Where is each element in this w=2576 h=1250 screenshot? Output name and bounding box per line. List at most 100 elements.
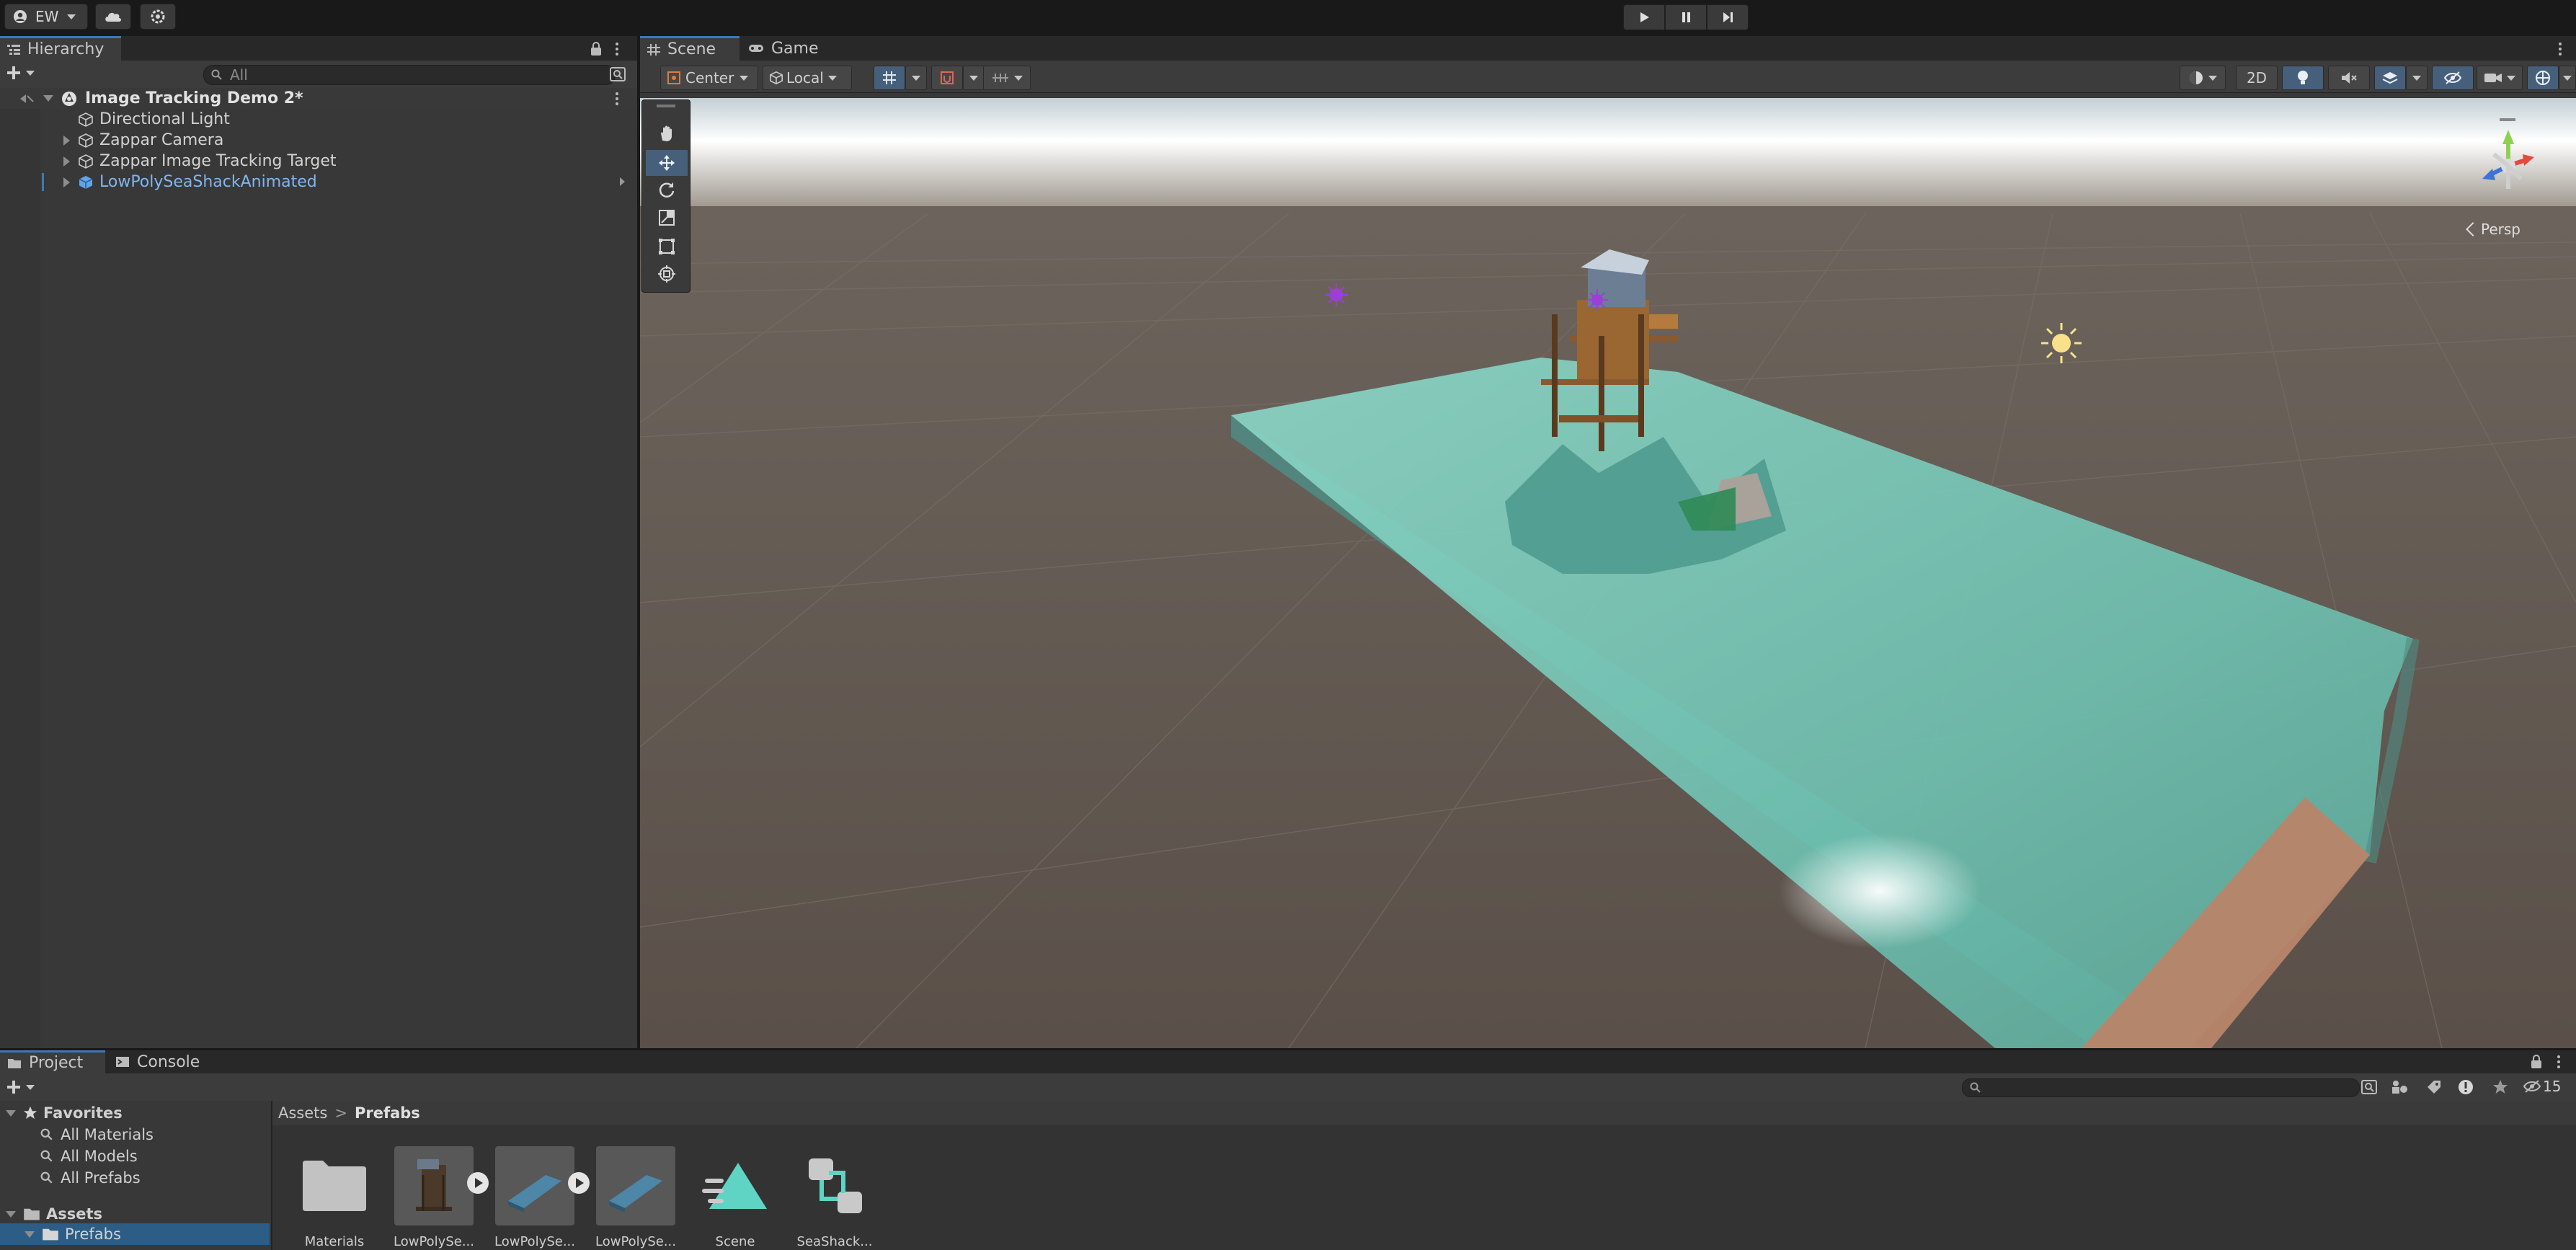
hierarchy-item-zappar-camera[interactable]: Zappar Camera [0, 130, 223, 151]
favorite-star-icon[interactable] [2492, 1079, 2508, 1095]
asset-lowpoly-seashack-3[interactable]: LowPolySe... [592, 1146, 679, 1249]
tab-scene[interactable]: Scene [640, 36, 740, 61]
scene-render [640, 98, 2576, 1048]
snap-button[interactable] [931, 66, 963, 90]
tab-label: Scene [667, 40, 716, 58]
hidden-objects-button[interactable] [2432, 66, 2474, 90]
shading-mode-dropdown[interactable] [2180, 66, 2226, 90]
scale-icon [659, 210, 675, 226]
pivot-rotation-dropdown[interactable]: Local [763, 66, 852, 90]
assets-folder[interactable]: Assets [0, 1203, 102, 1225]
play-preview-icon[interactable] [466, 1171, 490, 1195]
expand-arrow-icon[interactable] [63, 177, 70, 187]
toggle-2d-button[interactable]: 2D [2236, 66, 2278, 90]
tab-console[interactable]: Console [108, 1050, 213, 1073]
open-prefab-chevron-icon[interactable] [620, 177, 625, 186]
kebab-menu-icon[interactable] [614, 92, 620, 106]
hierarchy-item-lowpoly-seashack[interactable]: LowPolySeaShackAnimated [0, 172, 637, 192]
kebab-menu-icon[interactable] [614, 42, 620, 56]
project-search-input[interactable] [1962, 1078, 2360, 1097]
hierarchy-search-input[interactable]: All [203, 65, 616, 85]
transform-tool-button[interactable] [646, 261, 688, 287]
tab-project[interactable]: Project [0, 1050, 105, 1073]
grid-options-dropdown[interactable] [905, 66, 927, 90]
account-dropdown[interactable]: EW [4, 4, 88, 30]
breadcrumb-prefabs[interactable]: Prefabs [355, 1104, 420, 1122]
kebab-menu-icon[interactable] [2557, 42, 2563, 56]
increment-snap-button[interactable] [983, 66, 1031, 90]
project-tab-strip: Project Console [0, 1050, 2576, 1073]
tab-hierarchy[interactable]: Hierarchy [0, 36, 121, 61]
lock-icon[interactable] [590, 42, 603, 56]
hierarchy-toolbar: All [0, 61, 637, 89]
expand-arrow-icon[interactable] [25, 1231, 35, 1238]
effects-button[interactable] [2374, 66, 2406, 90]
tab-label: Project [29, 1054, 84, 1072]
asset-lowpoly-seashack-2[interactable]: LowPolySe... [492, 1146, 590, 1249]
asset-materials-folder[interactable]: Materials [291, 1146, 378, 1249]
play-preview-icon[interactable] [567, 1171, 591, 1195]
scene-search-icon[interactable] [610, 67, 626, 81]
scene-lighting-button[interactable] [2282, 66, 2324, 90]
gizmos-button[interactable] [2527, 66, 2559, 90]
scene-visibility-icon[interactable] [19, 92, 37, 106]
rect-tool-button[interactable] [646, 234, 688, 260]
expand-arrow-icon[interactable] [43, 95, 53, 102]
hierarchy-item-directional-light[interactable]: Directional Light [0, 109, 230, 130]
hidden-packages-button[interactable]: 15 [2523, 1078, 2561, 1095]
asset-lowpoly-seashack-1[interactable]: LowPolySe... [391, 1146, 489, 1249]
grid-visibility-button[interactable] [874, 66, 905, 90]
expand-arrow-icon[interactable] [6, 1109, 16, 1117]
favorite-all-materials[interactable]: All Materials [0, 1124, 154, 1145]
filter-type-icon[interactable] [2390, 1079, 2409, 1095]
favorites-header[interactable]: Favorites [0, 1102, 123, 1124]
scale-tool-button[interactable] [646, 205, 688, 231]
lock-icon[interactable] [2530, 1055, 2543, 1069]
asset-seashack-controller[interactable]: SeaShack... [791, 1146, 878, 1249]
magnet-icon [941, 71, 954, 84]
create-asset-button[interactable] [6, 1079, 35, 1095]
hand-tool-button[interactable] [646, 121, 688, 147]
step-button[interactable] [1707, 4, 1749, 30]
kebab-menu-icon[interactable] [2556, 1055, 2562, 1069]
projection-toggle[interactable]: Persp [2466, 221, 2521, 238]
pause-button[interactable] [1665, 4, 1707, 30]
step-icon [1723, 12, 1733, 22]
effects-dropdown[interactable] [2406, 66, 2428, 90]
expand-arrow-icon[interactable] [6, 1210, 16, 1218]
tab-game[interactable]: Game [741, 36, 835, 61]
rotate-tool-button[interactable] [646, 177, 688, 203]
hierarchy-item-zappar-image-tracking-target[interactable]: Zappar Image Tracking Target [0, 151, 337, 172]
asset-scene[interactable]: Scene [692, 1146, 778, 1249]
breadcrumb-assets[interactable]: Assets [278, 1104, 327, 1122]
expand-arrow-icon[interactable] [63, 135, 70, 146]
axis-gizmo-icon [2482, 118, 2534, 189]
scene-root-row[interactable]: Image Tracking Demo 2* [0, 88, 637, 109]
gizmos-dropdown[interactable] [2559, 66, 2576, 90]
project-folder-tree: Favorites All Materials All Models All P… [0, 1101, 272, 1250]
folder-icon [303, 1161, 366, 1211]
prefabs-folder-selected[interactable]: Prefabs [0, 1223, 270, 1245]
search-by-type-icon[interactable] [2361, 1080, 2379, 1094]
warning-filter-icon[interactable] [2458, 1079, 2474, 1095]
pivot-mode-dropdown[interactable]: Center [660, 66, 758, 90]
create-button[interactable] [6, 65, 35, 81]
camera-settings-dropdown[interactable] [2477, 66, 2523, 90]
gameobject-cube-icon [79, 112, 93, 127]
play-button[interactable] [1623, 4, 1665, 30]
scene-viewport[interactable]: Persp [640, 98, 2576, 1048]
star-icon [23, 1106, 37, 1120]
cloud-button[interactable] [95, 4, 131, 30]
snap-options-dropdown[interactable] [963, 66, 985, 90]
expand-arrow-icon[interactable] [63, 156, 70, 167]
label-tag-icon[interactable] [2426, 1079, 2442, 1095]
asset-label: Materials [304, 1234, 365, 1249]
orientation-gizmo[interactable] [2449, 108, 2557, 216]
audio-toggle-button[interactable] [2328, 66, 2370, 90]
favorite-all-prefabs[interactable]: All Prefabs [0, 1167, 141, 1189]
palette-drag-handle[interactable] [657, 105, 675, 107]
move-tool-button[interactable] [646, 150, 688, 176]
favorite-all-models[interactable]: All Models [0, 1145, 138, 1167]
settings-button[interactable] [140, 4, 176, 30]
gameobject-cube-icon [79, 154, 93, 169]
